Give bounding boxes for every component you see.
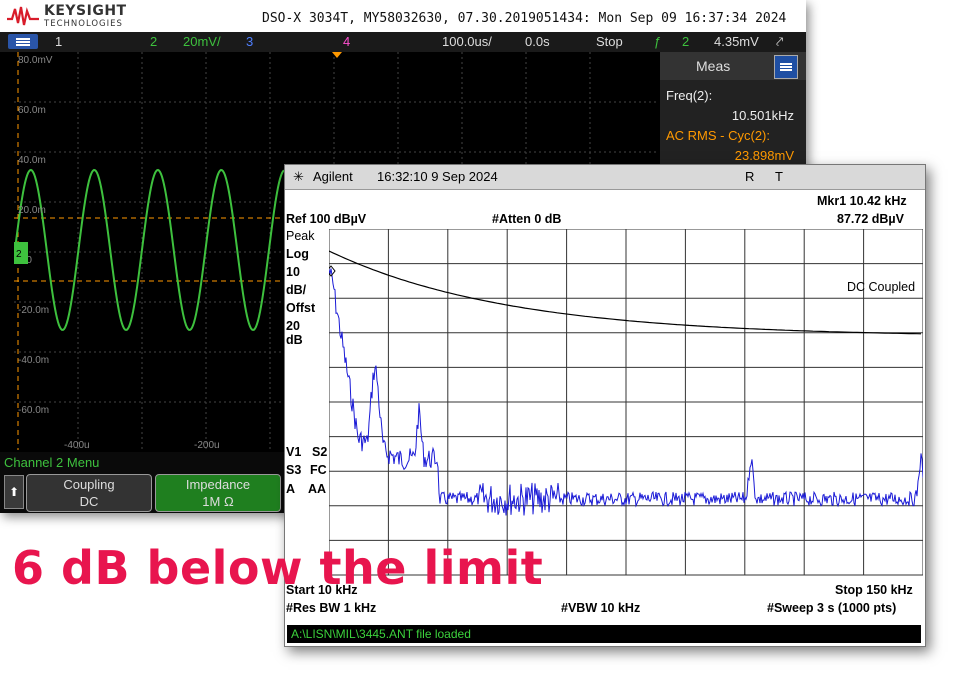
brand-name: KEYSIGHT <box>44 3 127 19</box>
ch4-indicator[interactable]: 4 <box>343 34 350 49</box>
s2-label: S2 <box>312 445 328 459</box>
scope-y-label: 20.0m <box>18 205 46 216</box>
coupling-value: DC <box>79 494 99 509</box>
caption: 6 dB below the limit <box>12 541 544 595</box>
fc-label: FC <box>310 463 327 477</box>
scope-y-label: 80.0mV <box>18 55 53 66</box>
ch2-indicator[interactable]: 2 <box>150 34 157 49</box>
marker-freq: Mkr1 10.42 kHz <box>817 194 907 208</box>
trigger-level: 4.35mV <box>714 34 759 49</box>
run-state: Stop <box>596 34 623 49</box>
offset-value: 20 <box>286 319 300 333</box>
v1-label: V1 <box>286 445 302 459</box>
aa-label: AA <box>308 482 327 496</box>
coupling-label: Coupling <box>63 477 115 492</box>
coupling-softkey[interactable]: Coupling DC <box>26 474 152 512</box>
ch1-indicator[interactable]: 1 <box>55 34 62 49</box>
file-status-bar: A:\LISN\MIL\3445.ANT file loaded <box>287 625 921 643</box>
trigger-edge-icon: ⤤ <box>776 34 784 49</box>
vbw: #VBW 10 kHz <box>561 601 641 615</box>
detector-label: Peak <box>286 229 315 243</box>
marker-level: 87.72 dBµV <box>837 212 904 226</box>
channel-menu-title: Channel 2 Menu <box>4 455 100 470</box>
ch3-indicator[interactable]: 3 <box>246 34 253 49</box>
scope-y-label: 40.0m <box>18 155 46 166</box>
analyzer-header: ✳ Agilent 16:32:10 9 Sep 2024 R T <box>285 165 925 190</box>
scope-y-label: -20.0m <box>18 305 49 316</box>
meas-rms-label: AC RMS - Cyc(2): <box>666 128 770 143</box>
meas-menu-icon[interactable] <box>774 55 798 79</box>
scope-title: DSO-X 3034T, MY58032630, 07.30.201905143… <box>262 11 787 26</box>
analyzer-brand: Agilent <box>313 169 353 184</box>
scale-type: Log <box>286 247 309 261</box>
keysight-logo-icon <box>7 6 39 26</box>
stop-freq: Stop 150 kHz <box>835 583 913 597</box>
scope-y-label: 60.0m <box>18 105 46 116</box>
scale-unit: dB/ <box>286 283 307 297</box>
meas-freq-value: 10.501kHz <box>731 108 794 123</box>
trigger-icon: ƒ <box>654 34 662 49</box>
brand-subtitle: TECHNOLOGIES <box>44 19 123 29</box>
keysight-logo: KEYSIGHT TECHNOLOGIES <box>6 2 136 30</box>
scope-status-bar: 1 2 20mV/ 3 4 100.0us/ 0.0s Stop ƒ 2 4.3… <box>0 32 806 52</box>
measurement-panel: Meas Freq(2): 10.501kHz AC RMS - Cyc(2):… <box>660 52 806 172</box>
meas-freq-label: Freq(2): <box>666 88 713 103</box>
timebase: 100.0us/ <box>442 34 492 49</box>
trigger-indicator: T <box>775 169 783 184</box>
sweep-time: #Sweep 3 s (1000 pts) <box>767 601 897 615</box>
impedance-value: 1M Ω <box>202 494 234 509</box>
delay: 0.0s <box>525 34 550 49</box>
res-bw: #Res BW 1 kHz <box>286 601 377 615</box>
menu-up-button[interactable]: ⬆ <box>4 475 24 509</box>
trigger-channel: 2 <box>682 34 690 49</box>
meas-rms-value: 23.898mV <box>734 148 794 163</box>
offset-label: Offst <box>286 301 316 315</box>
svg-text:2: 2 <box>16 249 22 260</box>
dc-coupled-label: DC Coupled <box>847 280 916 294</box>
offset-unit: dB <box>286 333 303 347</box>
agilent-logo-icon: ✳ <box>293 169 304 184</box>
scope-x-label: -200u <box>194 440 220 450</box>
remote-indicator: R <box>745 169 755 184</box>
attenuation: #Atten 0 dB <box>492 212 562 226</box>
ch2-scale: 20mV/ <box>183 34 221 49</box>
impedance-label: Impedance <box>185 477 251 492</box>
meas-title: Meas <box>696 58 731 74</box>
scope-x-label: -400u <box>64 440 90 450</box>
scope-y-label: -60.0m <box>18 405 49 416</box>
scope-header: KEYSIGHT TECHNOLOGIES DSO-X 3034T, MY580… <box>0 0 806 32</box>
impedance-softkey[interactable]: Impedance 1M Ω <box>155 474 281 512</box>
s3-label: S3 <box>286 463 302 477</box>
analyzer-timestamp: 16:32:10 9 Sep 2024 <box>377 169 498 184</box>
menu-button[interactable] <box>8 34 38 49</box>
ref-level: Ref 100 dBµV <box>286 212 367 226</box>
a-label: A <box>286 482 296 496</box>
scale-value: 10 <box>286 265 300 279</box>
scope-y-label: -40.0m <box>18 355 49 366</box>
file-status: A:\LISN\MIL\3445.ANT file loaded <box>291 627 471 641</box>
